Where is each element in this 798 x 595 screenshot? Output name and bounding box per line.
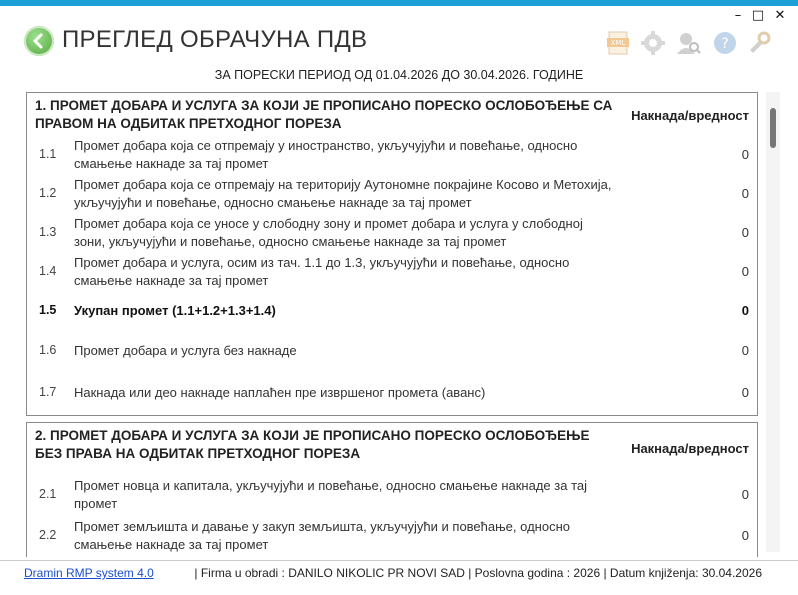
row-number: 2.2 xyxy=(39,528,57,542)
window-accent-bar xyxy=(0,0,798,6)
section-1-title: 1. ПРОМЕТ ДОБАРА И УСЛУГА ЗА КОЈИ ЈЕ ПРО… xyxy=(35,98,613,131)
section-1-column-header: Накнада/вредност xyxy=(631,108,749,123)
row-value[interactable]: 0 xyxy=(742,528,749,543)
row-description: Промет добара и услуга, осим из тач. 1.1… xyxy=(74,255,570,288)
row-description: Промет добара која се отпремају на терит… xyxy=(74,177,612,210)
row-description: Промет добара која се отпремају у иностр… xyxy=(74,138,578,171)
row-description: Промет добара која се уносе у слободну з… xyxy=(74,216,583,249)
row-value[interactable]: 0 xyxy=(742,303,749,318)
back-button[interactable] xyxy=(24,26,54,56)
product-link[interactable]: Dramin RMP system 4.0 xyxy=(24,566,154,580)
page-title: ПРЕГЛЕД ОБРАЧУНА ПДВ xyxy=(62,26,368,53)
maximize-button[interactable]: □ xyxy=(748,8,768,23)
row-value[interactable]: 0 xyxy=(742,186,749,201)
status-info: | Firma u obradi : DANILO NIKOLIC PR NOV… xyxy=(194,566,762,580)
section-2-title: 2. ПРОМЕТ ДОБАРА И УСЛУГА ЗА КОЈИ ЈЕ ПРО… xyxy=(35,428,590,461)
section-2-panel: 2. ПРОМЕТ ДОБАРА И УСЛУГА ЗА КОЈИ ЈЕ ПРО… xyxy=(26,422,758,557)
status-bar: Dramin RMP system 4.0 | Firma u obradi :… xyxy=(0,560,798,595)
row-value[interactable]: 0 xyxy=(742,385,749,400)
row-number: 1.2 xyxy=(39,186,57,200)
row-number: 1.3 xyxy=(39,225,57,239)
row-number: 1.5 xyxy=(39,303,57,317)
row-description: Накнада или део накнаде наплаћен пре изв… xyxy=(74,385,486,400)
row-value[interactable]: 0 xyxy=(742,487,749,502)
tools-icon[interactable] xyxy=(746,30,772,56)
minimize-button[interactable]: – xyxy=(728,8,748,23)
close-button[interactable]: ✕ xyxy=(770,8,790,23)
row-description: Промет земљишта и давање у закуп земљишт… xyxy=(74,519,570,552)
row-number: 1.4 xyxy=(39,264,57,278)
row-value[interactable]: 0 xyxy=(742,264,749,279)
row-value[interactable]: 0 xyxy=(742,343,749,358)
svg-text:?: ? xyxy=(721,36,728,52)
vertical-scrollbar[interactable] xyxy=(766,92,780,552)
help-icon[interactable]: ? xyxy=(712,30,738,56)
row-number: 1.7 xyxy=(39,385,57,399)
row-number: 1.1 xyxy=(39,147,57,161)
section-1-panel: 1. ПРОМЕТ ДОБАРА И УСЛУГА ЗА КОЈИ ЈЕ ПРО… xyxy=(26,92,758,416)
tax-period-label: ЗА ПОРЕСКИ ПЕРИОД ОД 01.04.2026 ДО 30.04… xyxy=(214,68,584,82)
settings-gear-icon[interactable] xyxy=(640,30,666,56)
row-description: Промет новца и капитала, укључујући и по… xyxy=(74,478,587,511)
arrow-left-icon xyxy=(33,33,43,49)
row-value[interactable]: 0 xyxy=(742,147,749,162)
row-number: 2.1 xyxy=(39,487,57,501)
row-description: Укупан промет (1.1+1.2+1.3+1.4) xyxy=(74,303,276,318)
user-search-icon[interactable] xyxy=(675,30,701,56)
xml-export-icon[interactable]: XML xyxy=(606,30,632,56)
row-number: 1.6 xyxy=(39,343,57,357)
xml-label: XML xyxy=(611,39,626,47)
section-2-column-header: Накнада/вредност xyxy=(631,441,749,456)
scrollbar-thumb[interactable] xyxy=(770,108,776,148)
row-description: Промет добара и услуга без накнаде xyxy=(74,343,297,358)
row-value[interactable]: 0 xyxy=(742,225,749,240)
